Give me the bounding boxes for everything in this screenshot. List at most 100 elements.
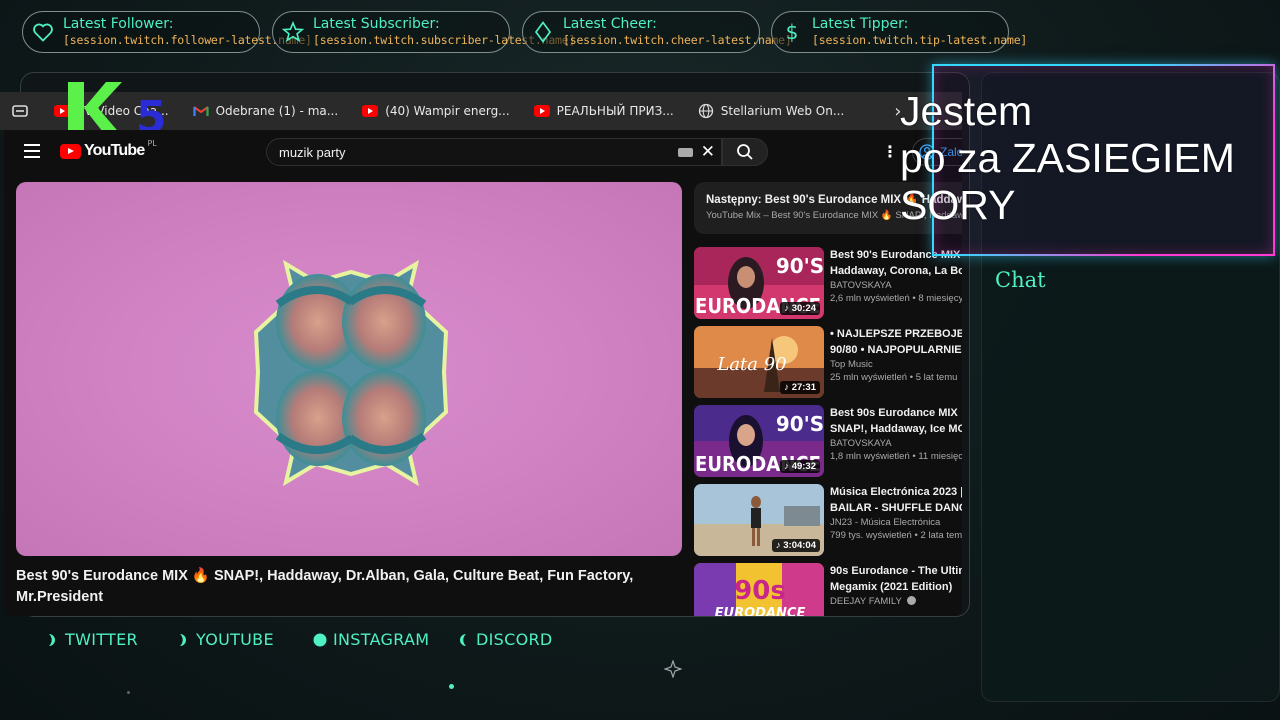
bookmark-item[interactable]: Stellarium Web On...: [698, 103, 845, 119]
youtube-logo-icon: [60, 143, 81, 159]
recommendation-title: 90/80 • NAJPOPULARNIEJSZE: [830, 344, 962, 356]
social-label: INSTAGRAM: [333, 630, 430, 649]
youtube-logo[interactable]: YouTube PL: [60, 139, 157, 160]
duration-label: 3:04:04: [783, 540, 816, 551]
youtube-logo-text: YouTube: [84, 142, 145, 159]
recommendation-title: Música Electrónica 2023 | Para: [830, 486, 962, 498]
channel-name[interactable]: DEEJAY FAMILY: [830, 596, 962, 607]
recommendation-title: • NAJLEPSZE PRZEBOJE LAT: [830, 328, 962, 340]
video-thumbnail[interactable]: Lata 90 ♪ 27:31: [694, 326, 824, 398]
recommendation-title: SNAP!, Haddaway, Ice MC, 2: [830, 423, 962, 435]
region-code: PL: [147, 139, 157, 148]
recommendation-title: Megamix (2021 Edition): [830, 581, 953, 593]
channel-name[interactable]: BATOVSKAYA: [830, 280, 962, 291]
video-meta: 1,8 mln wyświetleń • 11 miesięcy temu: [830, 451, 962, 462]
video-duration: ♪ 30:24: [780, 302, 820, 315]
recommendation-item[interactable]: 90'S EURODANCE ♪ 49:32 Best 90s Eurodanc…: [694, 405, 962, 477]
bookmark-item[interactable]: Odebrane (1) - ma...: [192, 103, 339, 119]
thumbnail-text: 90'S: [776, 412, 824, 436]
tab-search-icon[interactable]: [0, 92, 40, 130]
bookmark-label: РЕАЛЬНЫЙ ПРИЗ...: [556, 104, 674, 118]
video-thumbnail[interactable]: 90'S EURODANCE ♪ 30:24: [694, 247, 824, 319]
recommendation-title: BAILAR - SHUFFLE DANCE: [830, 502, 962, 514]
thumbnail-text: 90s: [734, 576, 786, 606]
heart-icon: [23, 12, 63, 52]
alert-value: [session.twitch.tip-latest.name]: [812, 33, 1028, 47]
message-line: SORY: [900, 182, 1016, 228]
social-label: DISCORD: [476, 630, 553, 649]
twitter-icon: [45, 633, 59, 647]
sparkle-dot: [449, 684, 454, 689]
recommendation-item[interactable]: Lata 90 ♪ 27:31 • NAJLEPSZE PRZEBOJE LAT…: [694, 326, 962, 398]
bookmark-label: Odebrane (1) - ma...: [215, 104, 339, 118]
duration-label: 49:32: [791, 461, 816, 472]
video-thumbnail[interactable]: 90s EURODANCE: [694, 563, 824, 616]
social-discord: DISCORD: [456, 630, 553, 649]
message-line: Jestem: [900, 88, 1033, 134]
bookmark-label: Stellarium Web On...: [720, 104, 845, 118]
keyboard-icon[interactable]: [677, 147, 693, 157]
bookmark-item[interactable]: РЕАЛЬНЫЙ ПРИЗ...: [533, 103, 674, 119]
duration-label: 30:24: [791, 303, 816, 314]
search-bar[interactable]: muzik party ✕: [266, 138, 722, 166]
duration-label: 27:31: [791, 382, 816, 393]
video-player[interactable]: [16, 182, 682, 556]
bookmark-label: (40) Wampir energ...: [385, 104, 510, 118]
message-line: po za ZASIEGIEM: [900, 135, 1235, 181]
social-twitter: TWITTER: [45, 630, 138, 649]
recommendation-item[interactable]: ♪ 3:04:04 Música Electrónica 2023 | Para…: [694, 484, 962, 556]
offline-message: Jestem po za ZASIEGIEM SORY: [900, 88, 1280, 229]
recommendation-title: Best 90s Eurodance MIX 🔥: [830, 407, 962, 419]
latest-follower-alert: Latest Follower: [session.twitch.followe…: [22, 11, 312, 53]
video-thumbnail[interactable]: 90'S EURODANCE ♪ 49:32: [694, 405, 824, 477]
channel-name[interactable]: JN23 - Música Electrónica: [830, 517, 962, 528]
youtube-header: YouTube PL muzik party ✕ ⋮ Zaloguj: [4, 130, 962, 174]
social-label: YOUTUBE: [196, 630, 274, 649]
video-title[interactable]: Best 90's Eurodance MIX 🔥 SNAP!, Haddawa…: [16, 566, 666, 608]
recommendation-title: 90s Eurodance - The Ultimate: [830, 565, 962, 577]
recommendation-item[interactable]: 90'S EURODANCE ♪ 30:24 Best 90's Eurodan…: [694, 247, 962, 319]
video-meta: 25 mln wyświetleń • 5 lat temu: [830, 372, 958, 383]
video-duration: ♪ 49:32: [780, 460, 820, 473]
alert-value: [session.twitch.cheer-latest.name]: [563, 33, 792, 47]
video-frame-image: [253, 259, 449, 487]
clear-icon[interactable]: ✕: [701, 142, 715, 162]
verified-icon: [907, 596, 917, 605]
sparkle-decoration: [664, 660, 682, 678]
sparkle-dot: [127, 691, 130, 694]
globe-icon: [698, 103, 714, 119]
instagram-icon: [313, 633, 327, 647]
youtube-icon: [362, 103, 379, 119]
search-button[interactable]: [722, 138, 768, 166]
youtube-icon: [533, 103, 550, 119]
gmail-icon: [192, 103, 209, 119]
channel-name-label: DEEJAY FAMILY: [830, 596, 902, 607]
recommendation-title: Haddaway, Corona, La Bouche: [830, 265, 962, 277]
dollar-icon: $: [772, 12, 812, 52]
video-meta: 2,6 mln wyświetleń • 8 miesięcy temu: [830, 293, 962, 304]
alert-title: Latest Tipper:: [812, 16, 909, 32]
channel-name[interactable]: BATOVSKAYA: [830, 438, 962, 449]
search-icon: [737, 144, 753, 160]
more-options-icon[interactable]: ⋮: [882, 142, 898, 161]
chat-label: Chat: [995, 268, 1046, 292]
search-input[interactable]: muzik party: [279, 145, 678, 160]
thumbnail-text: EURODANCE: [715, 606, 806, 616]
bookmark-item[interactable]: (40) Wampir energ...: [362, 103, 510, 119]
video-thumbnail[interactable]: ♪ 3:04:04: [694, 484, 824, 556]
discord-icon: [456, 633, 470, 647]
channel-name[interactable]: Top Music: [830, 359, 962, 370]
video-duration: ♪ 3:04:04: [771, 539, 820, 552]
recommendation-item[interactable]: 90s EURODANCE 90s Eurodance - The Ultima…: [694, 563, 962, 616]
youtube-icon: [176, 633, 190, 647]
star-icon: [273, 12, 313, 52]
latest-cheer-alert: Latest Cheer: [session.twitch.cheer-late…: [522, 11, 792, 53]
youtube-page: YouTube PL muzik party ✕ ⋮ Zaloguj: [4, 130, 962, 616]
diamond-icon: [523, 12, 563, 52]
thumbnail-text: 90'S: [776, 254, 824, 278]
social-label: TWITTER: [65, 630, 138, 649]
social-instagram: INSTAGRAM: [313, 630, 429, 649]
social-youtube: YOUTUBE: [176, 630, 274, 649]
latest-subscriber-alert: Latest Subscriber: [session.twitch.subsc…: [272, 11, 575, 53]
menu-icon[interactable]: [24, 144, 40, 158]
